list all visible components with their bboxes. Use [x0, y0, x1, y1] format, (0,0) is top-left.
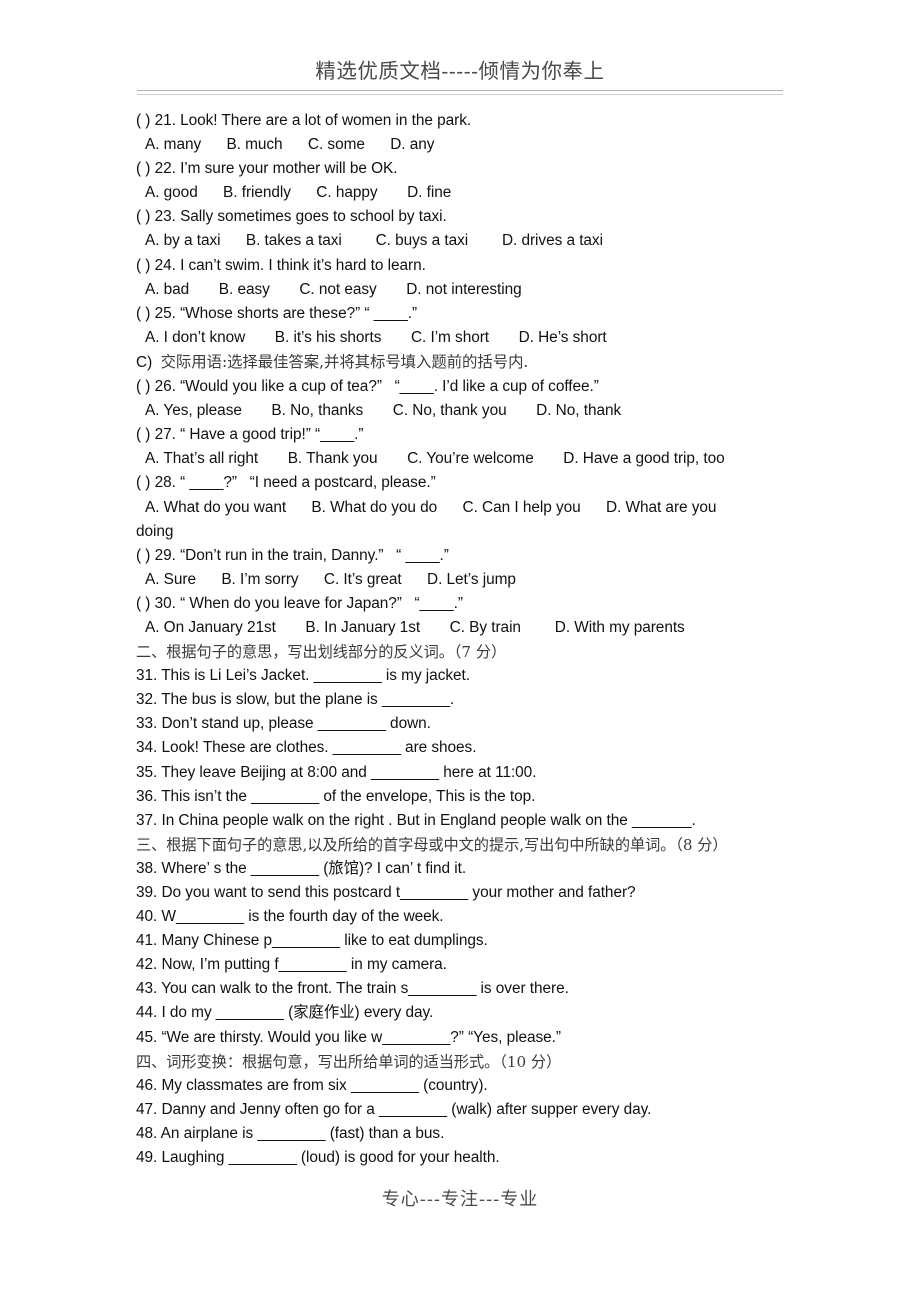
option-line: A. good B. friendly C. happy D. fine: [145, 184, 452, 202]
exam-content: ( ) 21. Look! There are a lot of women i…: [136, 109, 836, 1170]
option-line: A. Sure B. I’m sorry C. It’s great D. Le…: [145, 570, 516, 588]
question-line: ( ) 22. I’m sure your mother will be OK.: [136, 160, 398, 178]
question-line: ( ) 23. Sally sometimes goes to school b…: [136, 208, 447, 226]
section-heading-text: 交际用语:选择最佳答案,并将其标号填入题前的括号内.: [160, 352, 529, 371]
fill-in-line: 45. “We are thirsty. Would you like w___…: [136, 1028, 561, 1046]
fill-in-line: 37. In China people walk on the right . …: [136, 811, 696, 829]
fill-in-line: doing: [136, 522, 174, 540]
header-divider: [137, 90, 783, 95]
question-line: ( ) 30. “ When do you leave for Japan?” …: [136, 594, 463, 612]
question-line: ( ) 28. “ ____?” “I need a postcard, ple…: [136, 474, 436, 492]
question-line: ( ) 21. Look! There are a lot of women i…: [136, 112, 472, 129]
section-heading: 四、词形变换：根据句意，写出所给单词的适当形式。（10 分）: [136, 1052, 562, 1071]
page-footer: 专心---专注---专业: [381, 1189, 539, 1210]
fill-in-line: 40. W________ is the fourth day of the w…: [136, 908, 444, 926]
fill-in-line: 31. This is Li Lei’s Jacket. ________ is…: [136, 667, 470, 685]
header-title: 精选优质文档-----倾情为你奉上: [315, 59, 605, 83]
exam-paper-page: 精选优质文档-----倾情为你奉上 ( ) 21. Look! There ar…: [0, 0, 920, 1302]
fill-in-line: 49. Laughing ________ (loud) is good for…: [136, 1149, 500, 1167]
fill-in-line: 43. You can walk to the front. The train…: [136, 980, 569, 998]
question-line: ( ) 29. “Don’t run in the train, Danny.”…: [136, 546, 449, 564]
section-heading: 三、根据下面句子的意思,以及所给的首字母或中文的提示,写出句中所缺的单词。（8 …: [136, 835, 728, 854]
fill-in-line: 41. Many Chinese p________ like to eat d…: [136, 932, 488, 950]
option-line: A. That’s all right B. Thank you C. You’…: [145, 450, 725, 468]
fill-in-line: 34. Look! These are clothes. ________ ar…: [136, 739, 477, 757]
fill-in-line: 47. Danny and Jenny often go for a _____…: [136, 1100, 652, 1118]
option-line: A. Yes, please B. No, thanks C. No, than…: [145, 402, 622, 420]
option-line: A. I don’t know B. it’s his shorts C. I’…: [145, 328, 607, 346]
fill-in-line: 48. An airplane is ________ (fast) than …: [136, 1124, 445, 1142]
option-line: A. by a taxi B. takes a taxi C. buys a t…: [145, 232, 603, 250]
option-line: A. What do you want B. What do you do C.…: [145, 498, 717, 516]
option-line: A. many B. much C. some D. any: [145, 136, 435, 154]
fill-in-line: 35. They leave Beijing at 8:00 and _____…: [136, 763, 537, 781]
question-line: ( ) 26. “Would you like a cup of tea?” “…: [136, 378, 599, 396]
fill-in-line: 36. This isn’t the ________ of the envel…: [136, 787, 536, 805]
option-line: A. bad B. easy C. not easy D. not intere…: [145, 280, 522, 298]
section-heading: 二、根据句子的意思，写出划线部分的反义词。（7 分）: [136, 643, 507, 662]
fill-in-line: 33. Don’t stand up, please ________ down…: [136, 715, 431, 733]
fill-in-line: 46. My classmates are from six ________ …: [136, 1076, 488, 1094]
question-line: ( ) 25. “Whose shorts are these?” “ ____…: [136, 304, 418, 322]
question-line: ( ) 24. I can’t swim. I think it’s hard …: [136, 256, 426, 274]
fill-in-line: 32. The bus is slow, but the plane is __…: [136, 691, 455, 709]
section-heading: C) 交际用语:选择最佳答案,并将其标号填入题前的括号内.: [136, 350, 836, 375]
fill-in-line: 39. Do you want to send this postcard t_…: [136, 884, 636, 901]
option-line: A. On January 21st B. In January 1st C. …: [145, 618, 685, 636]
fill-in-line: 38. Where’ s the ________ (旅馆)? I can’ t…: [136, 859, 467, 877]
question-line: ( ) 27. “ Have a good trip!” “____.”: [136, 426, 364, 444]
page-header: 精选优质文档-----倾情为你奉上: [137, 58, 783, 95]
fill-in-line: 42. Now, I’m putting f________ in my cam…: [136, 956, 447, 974]
section-label: C): [136, 353, 161, 371]
fill-in-line: 44. I do my ________ (家庭作业) every day.: [136, 1004, 434, 1022]
